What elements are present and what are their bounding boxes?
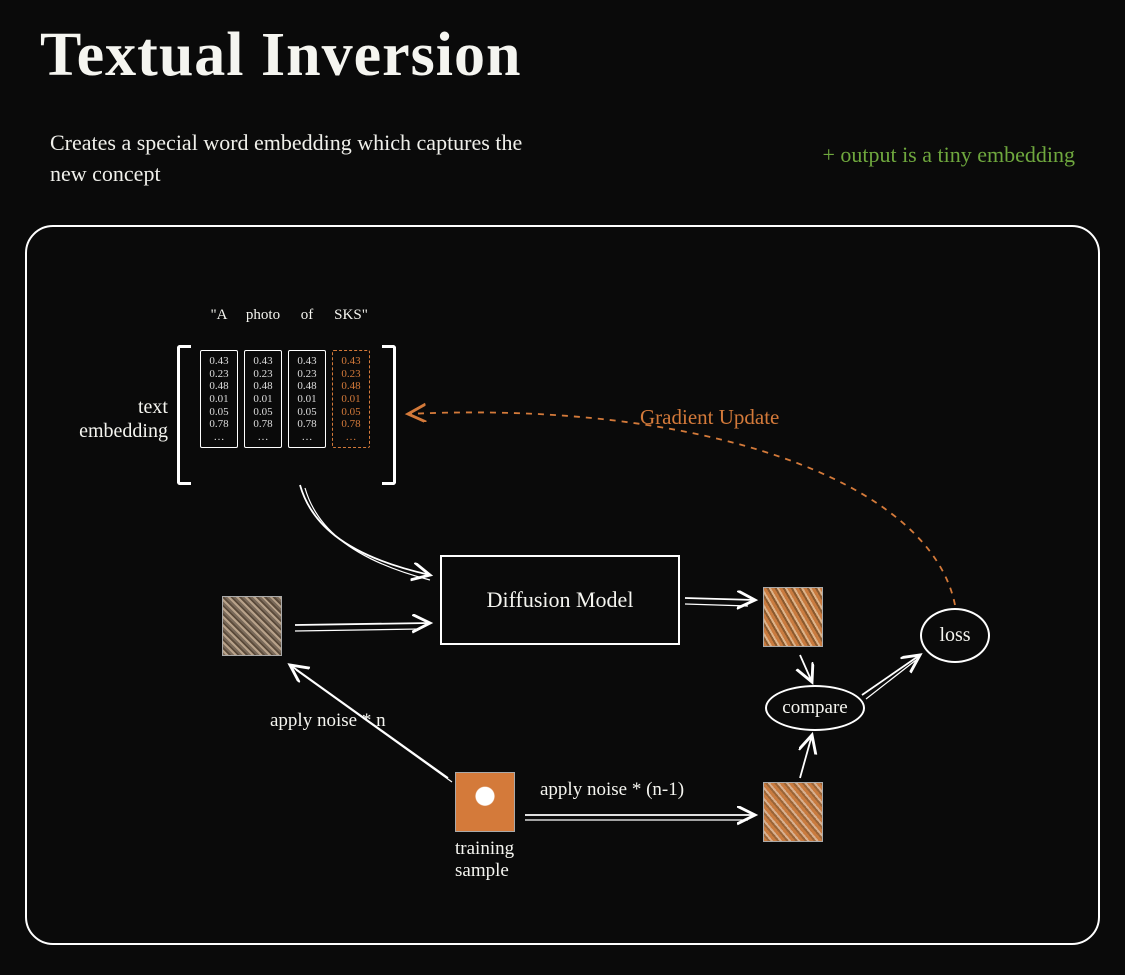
token-of: of <box>288 307 326 324</box>
vec-2: 0.430.230.480.010.050.78… <box>288 350 326 448</box>
training-sample-label: training sample <box>455 838 514 882</box>
apply-noise-n1-label: apply noise * (n-1) <box>540 779 684 801</box>
text-embedding-label: text embedding <box>78 395 168 443</box>
apply-noise-n-label: apply noise * n <box>270 710 386 732</box>
bracket-left <box>177 345 191 485</box>
noised-image-n <box>222 596 282 656</box>
token-photo: photo <box>244 307 282 324</box>
vec-sks-trainable: 0.430.230.480.010.050.78… <box>332 350 370 448</box>
gradient-update-label: Gradient Update <box>640 405 779 430</box>
vec-0: 0.430.230.480.010.050.78… <box>200 350 238 448</box>
vec-1: 0.430.230.480.010.050.78… <box>244 350 282 448</box>
training-sample-image <box>455 772 515 832</box>
subtitle: Creates a special word embedding which c… <box>50 128 550 190</box>
token-sks: SKS" <box>332 307 370 324</box>
loss-node: loss <box>920 608 990 663</box>
bracket-right <box>382 345 396 485</box>
page-title: Textual Inversion <box>40 20 522 91</box>
predicted-image <box>763 587 823 647</box>
compare-node: compare <box>765 685 865 731</box>
noised-image-n-1 <box>763 782 823 842</box>
note-positive: + output is a tiny embedding <box>822 142 1075 168</box>
token-a: "A <box>200 307 238 324</box>
token-labels: "A photo of SKS" <box>200 307 370 324</box>
embedding-vectors: 0.430.230.480.010.050.78… 0.430.230.480.… <box>200 350 370 448</box>
diffusion-model-box: Diffusion Model <box>440 555 680 645</box>
